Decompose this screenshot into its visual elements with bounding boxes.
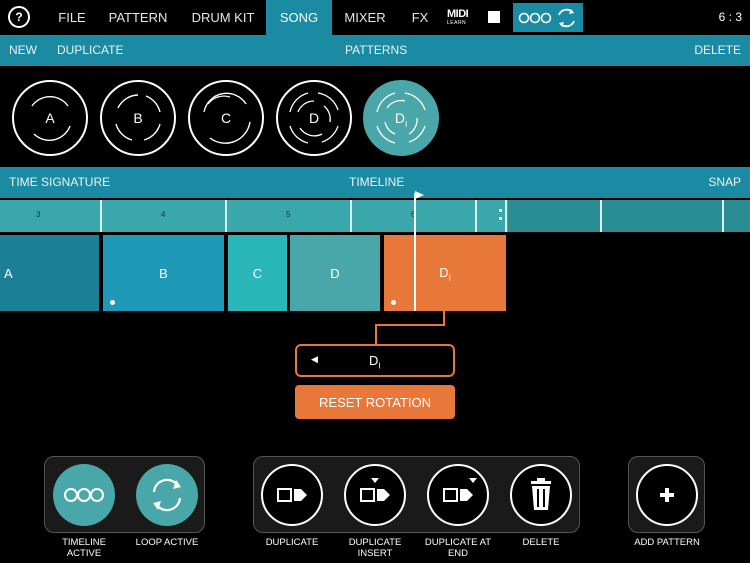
pattern-label: A [45,110,55,126]
ruler-tick [100,200,102,232]
pattern-c[interactable]: C [188,80,264,156]
top-nav-bar: ? FILE PATTERN DRUM KIT SONG MIXER FX MI… [0,0,750,35]
timeline-block-d[interactable]: D [290,235,380,311]
pattern-label: B [133,110,143,126]
selector-label: DI [369,353,381,371]
loop-active-button[interactable] [136,464,198,526]
ruler-number: 3 [36,210,41,219]
duplicate-at-end-icon [443,478,477,502]
block-label: A [4,265,13,281]
tab-pattern[interactable]: PATTERN [100,0,176,35]
selection-connector [375,311,445,344]
pattern-label: C [220,110,232,126]
pattern-b[interactable]: B [100,80,176,156]
timeline-block-a[interactable]: A [0,235,99,311]
duplicate-at-end-label: DUPLICATE AT END [424,537,492,559]
ruler-number: 4 [161,210,166,219]
tab-fx[interactable]: FX [404,0,436,35]
timeline-block-d-inverse[interactable]: DI [384,235,506,311]
duplicate-label: DUPLICATE [265,537,319,548]
reset-rotation-button[interactable]: RESET ROTATION [295,385,455,419]
ruler-tick [600,200,602,232]
patterns-title: PATTERNS [345,43,408,57]
pattern-label: DI [394,110,408,129]
tab-drum-kit[interactable]: DRUM KIT [182,0,264,35]
loop-active-label: LOOP ACTIVE [135,537,199,548]
loop-end-marker[interactable] [505,200,507,232]
pattern-d-inverse[interactable]: DI [363,80,439,156]
add-pattern-label: ADD PATTERN [634,537,700,548]
ruler-end-region [508,200,750,232]
duplicate-button[interactable] [261,464,323,526]
duplicate-icon [277,488,307,502]
help-icon: ? [15,10,23,24]
plus-icon [660,488,674,502]
stop-button[interactable] [488,11,500,23]
duplicate-insert-icon [360,478,390,502]
ruler-number: 5 [286,210,291,219]
pattern-d[interactable]: D [276,80,352,156]
loop-icon [152,478,182,512]
timeline-active-label: TIMELINE ACTIVE [62,537,106,559]
delete-label: DELETE [522,537,560,548]
loop-marker-dot [499,209,502,212]
delete-pattern-button[interactable]: DELETE [694,35,741,66]
timeline-ruler[interactable]: 3 4 5 6 [0,200,750,232]
ruler-tick [722,200,724,232]
patterns-toolbar: NEW DUPLICATE PATTERNS DELETE [0,35,750,66]
time-signature-readout: 6 : 3 [718,10,742,24]
tab-song[interactable]: SONG [266,0,332,35]
midi-label: MIDI [447,8,469,20]
loop-marker-dot [499,217,502,220]
timeline-title: TIMELINE [349,175,405,189]
timeline-active-button[interactable] [53,464,115,526]
help-button[interactable]: ? [8,6,30,28]
timeline-toolbar: TIME SIGNATURE TIMELINE SNAP [0,167,750,198]
block-label: DI [439,265,451,283]
block-marker-dot [110,300,115,305]
tab-file[interactable]: FILE [50,0,94,35]
ruler-tick [350,200,352,232]
pattern-label: D [308,110,320,126]
duplicate-at-end-button[interactable] [427,464,489,526]
timeline-loop-mode-icon [518,8,575,28]
block-marker-dot [391,300,396,305]
delete-button[interactable] [510,464,572,526]
playhead[interactable] [414,193,416,311]
new-pattern-button[interactable]: NEW [9,35,37,66]
tab-mixer[interactable]: MIXER [336,0,394,35]
duplicate-insert-button[interactable] [344,464,406,526]
block-label: C [252,265,263,281]
duplicate-pattern-button[interactable]: DUPLICATE [57,35,123,66]
pattern-rotation-selector[interactable]: ◀ DI [295,344,455,377]
ruler-tick [225,200,227,232]
pattern-a[interactable]: A [12,80,88,156]
time-signature-button[interactable]: TIME SIGNATURE [9,167,110,198]
rotate-left-arrow-icon[interactable]: ◀ [311,354,318,365]
mode-toggle-group[interactable] [513,3,583,32]
ruler-tick [475,200,477,232]
timeline-block-b[interactable]: B [103,235,224,311]
trash-icon [531,478,551,510]
timeline-block-c[interactable]: C [228,235,287,311]
block-label: D [330,265,340,281]
snap-button[interactable]: SNAP [708,167,741,198]
midi-learn-button[interactable]: MIDI LEARN [447,8,471,27]
add-pattern-button[interactable] [636,464,698,526]
duplicate-insert-label: DUPLICATE INSERT [348,537,402,559]
playhead-flag-icon [415,191,424,199]
learn-label: LEARN [447,20,467,26]
timeline-icon [64,488,104,502]
block-label: B [159,265,168,281]
